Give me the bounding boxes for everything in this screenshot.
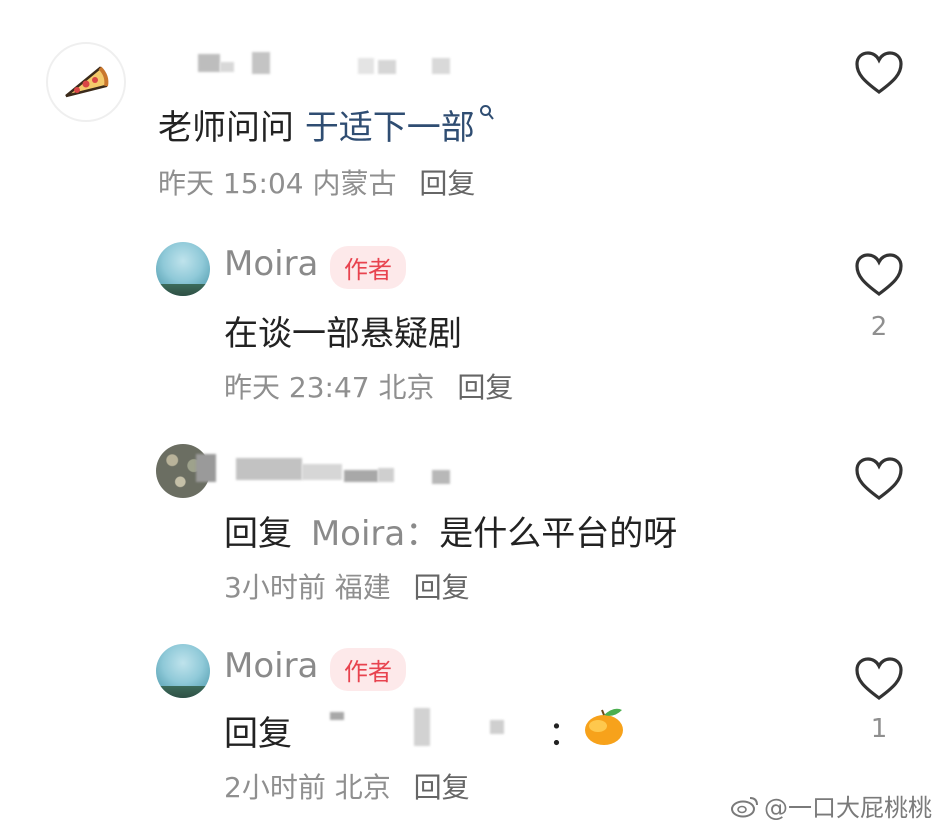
author-badge: 作者 (330, 648, 406, 691)
search-link[interactable]: 于适下一部 (304, 105, 495, 148)
reply-button[interactable]: 回复 (457, 371, 513, 404)
comment-text: 老师问问 于适下一部 (158, 100, 495, 149)
reply-to-user[interactable]: Moira： (311, 514, 439, 554)
avatar[interactable] (156, 644, 210, 698)
search-icon (479, 105, 494, 120)
comment-text-main: 老师问问 (158, 108, 294, 148)
reply-to-hidden[interactable] (330, 712, 344, 720)
username-hidden[interactable] (196, 450, 466, 486)
comment-meta: 昨天 15:04 内蒙古 回复 (158, 162, 475, 202)
weibo-watermark: @一口大屁桃桃 (730, 788, 932, 823)
weibo-logo-icon (731, 796, 758, 817)
comment-meta: 2小时前 北京 回复 (224, 766, 470, 806)
reply-prefix: 回复 (224, 714, 292, 754)
heart-outline-icon[interactable] (854, 456, 904, 502)
comment-location: 福建 (334, 571, 391, 604)
comment-root: 老师问问 于适下一部 昨天 15:04 内蒙古 回复 (0, 38, 940, 208)
like-count: 2 (870, 312, 888, 342)
comment-meta: 3小时前 福建 回复 (224, 566, 470, 606)
pizza-icon (65, 66, 109, 98)
blur-fragment (490, 720, 504, 734)
comment-text: 在谈一部悬疑剧 (224, 314, 462, 354)
mango-emoji-icon (585, 708, 623, 745)
comment-time: 3小时前 (224, 571, 326, 604)
username-hidden[interactable] (158, 52, 458, 74)
comment-time: 2小时前 (224, 771, 326, 804)
comment-location: 内蒙古 (312, 167, 397, 200)
avatar[interactable] (156, 242, 210, 296)
comment-reply: Moira 作者 在谈一部悬疑剧 昨天 23:47 北京 回复 2 (0, 240, 940, 410)
comment-time: 昨天 23:47 (224, 371, 370, 404)
watermark-text: @一口大屁桃桃 (764, 794, 932, 822)
blur-fragment (414, 708, 430, 746)
comment-reply: 回复 Moira：是什么平台的呀 3小时前 福建 回复 (0, 442, 940, 612)
like-count: 1 (870, 714, 888, 744)
avatar[interactable] (46, 42, 126, 122)
comment-location: 北京 (334, 771, 391, 804)
heart-outline-icon[interactable] (854, 252, 904, 298)
heart-outline-icon[interactable] (854, 656, 904, 702)
comment-text: 回复 ： (224, 706, 644, 756)
username[interactable]: Moira (224, 646, 318, 686)
reply-button[interactable]: 回复 (414, 571, 470, 604)
comment-location: 北京 (378, 371, 435, 404)
comment-text: 回复 Moira：是什么平台的呀 (224, 506, 677, 555)
reply-prefix: 回复 (224, 514, 292, 554)
reply-button[interactable]: 回复 (419, 167, 475, 200)
search-link-label: 于适下一部 (304, 108, 475, 148)
author-badge: 作者 (330, 246, 406, 289)
username[interactable]: Moira (224, 244, 318, 284)
reply-colon: ： (548, 714, 582, 754)
reply-button[interactable]: 回复 (414, 771, 470, 804)
comment-body: 是什么平台的呀 (439, 514, 678, 554)
comment-meta: 昨天 23:47 北京 回复 (224, 366, 513, 406)
comment-time: 昨天 15:04 (158, 167, 304, 200)
heart-outline-icon[interactable] (854, 50, 904, 96)
